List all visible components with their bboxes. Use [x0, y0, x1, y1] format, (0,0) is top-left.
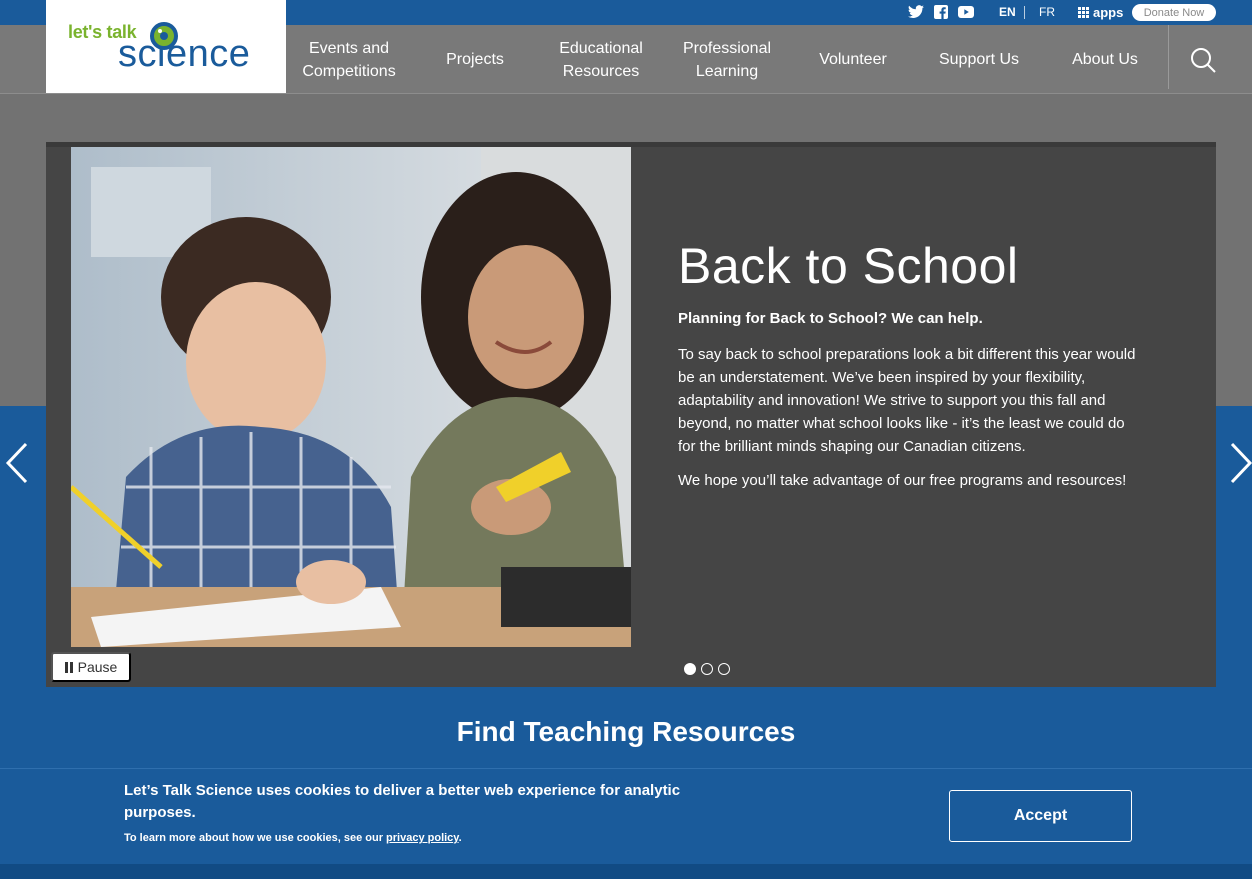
language-en-link[interactable]: EN — [999, 5, 1016, 19]
cookie-more-prefix: To learn more about how we use cookies, … — [124, 832, 383, 844]
twitter-icon[interactable] — [908, 4, 924, 20]
nav-divider — [1168, 25, 1169, 89]
privacy-policy-link[interactable]: privacy policy — [386, 832, 459, 844]
apps-label: apps — [1093, 5, 1124, 20]
apps-grid-icon — [1078, 7, 1089, 18]
pause-icon — [64, 661, 73, 673]
cookie-more-suffix: . — [458, 832, 462, 844]
social-links — [908, 4, 974, 20]
slide-image — [71, 147, 631, 647]
slide-body: To say back to school preparations look … — [678, 343, 1138, 503]
cookie-accept-button[interactable]: Accept — [949, 790, 1132, 842]
slide-title: Back to School — [678, 238, 1019, 294]
hero-slider: Back to School Planning for Back to Scho… — [46, 142, 1216, 687]
donate-now-button[interactable]: Donate Now — [1132, 4, 1216, 21]
nav-item-professional-learning[interactable]: Professional Learning — [674, 25, 780, 94]
slider-next-arrow-icon[interactable] — [1228, 440, 1252, 486]
language-fr-link[interactable]: FR — [1039, 5, 1055, 19]
slide-paragraph-2: We hope you’ll take advantage of our fre… — [678, 472, 1127, 489]
slider-dot-1[interactable] — [684, 663, 696, 675]
pause-label: Pause — [77, 659, 118, 675]
slider-pause-button[interactable]: Pause — [51, 652, 131, 682]
cookie-message: Let’s Talk Science uses cookies to deliv… — [124, 782, 681, 821]
nav-item-educational-resources[interactable]: Educational Resources — [548, 25, 654, 94]
nav-item-projects[interactable]: Projects — [430, 25, 520, 94]
search-icon[interactable] — [1188, 45, 1218, 75]
section-title: Find Teaching Resources — [456, 716, 796, 747]
logo-line2: science — [118, 33, 251, 75]
nav-item-support-us[interactable]: Support Us — [926, 25, 1032, 94]
bottom-strip — [0, 864, 1252, 879]
nav-item-events[interactable]: Events and Competitions — [296, 25, 402, 94]
facebook-icon[interactable] — [933, 4, 949, 20]
apps-menu-button[interactable]: apps — [1078, 5, 1123, 20]
logo-eye-icon — [150, 22, 178, 50]
youtube-icon[interactable] — [958, 4, 974, 20]
slider-dot-3[interactable] — [718, 663, 730, 675]
nav-item-about-us[interactable]: About Us — [1058, 25, 1152, 94]
cookie-more-info: To learn more about how we use cookies, … — [124, 832, 462, 844]
site-logo[interactable]: let's talk science — [46, 0, 286, 93]
slide-paragraph-1: To say back to school preparations look … — [678, 346, 1136, 455]
slider-dot-2[interactable] — [701, 663, 713, 675]
nav-item-volunteer[interactable]: Volunteer — [806, 25, 900, 94]
slide-subtitle: Planning for Back to School? We can help… — [678, 310, 983, 327]
slider-prev-arrow-icon[interactable] — [4, 440, 30, 486]
language-divider — [1024, 6, 1025, 19]
cookie-banner: Let’s Talk Science uses cookies to deliv… — [0, 768, 1252, 864]
slider-dots — [684, 663, 730, 675]
